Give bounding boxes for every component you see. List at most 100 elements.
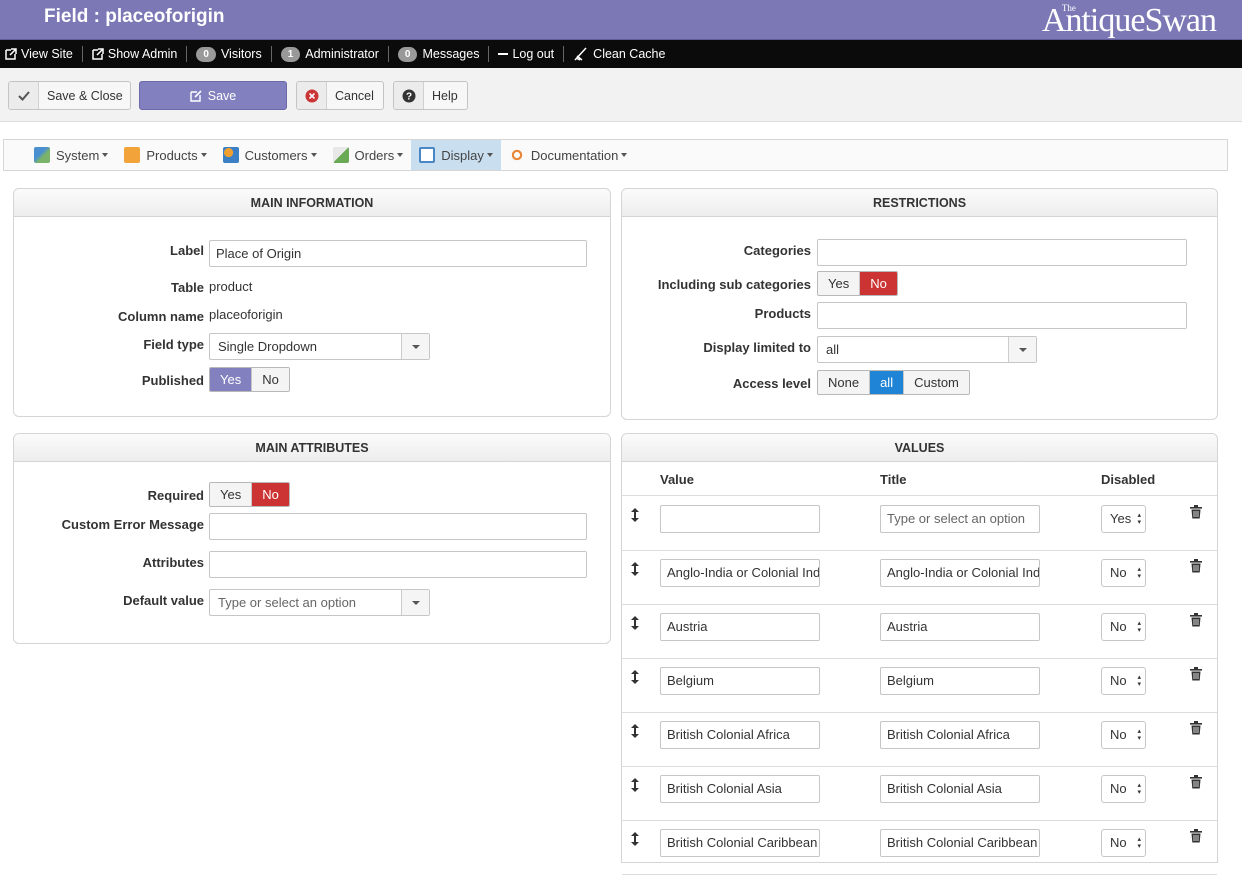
disabled-select[interactable]: No bbox=[1101, 667, 1146, 695]
site-logo: The AntiqueSwan bbox=[1041, 2, 1217, 39]
trash-icon[interactable] bbox=[1190, 505, 1202, 519]
title-input[interactable]: Anglo-India or Colonial India bbox=[880, 559, 1040, 587]
main-attributes-panel: MAIN ATTRIBUTES Required Yes No Custom E… bbox=[13, 433, 611, 644]
visitors-link[interactable]: 0 Visitors bbox=[187, 46, 272, 62]
default-value-select[interactable]: Type or select an option bbox=[209, 589, 430, 616]
sub-categories-yes[interactable]: Yes bbox=[818, 272, 861, 295]
administrator-label: Administrator bbox=[305, 47, 379, 61]
broom-icon bbox=[574, 47, 587, 61]
title-input[interactable]: British Colonial Africa bbox=[880, 721, 1040, 749]
value-input[interactable]: Austria bbox=[660, 613, 820, 641]
value-input[interactable]: British Colonial Africa bbox=[660, 721, 820, 749]
categories-input[interactable] bbox=[817, 239, 1187, 266]
menu-customers[interactable]: Customers bbox=[215, 140, 325, 170]
drag-handle-icon[interactable] bbox=[630, 561, 640, 577]
title-input[interactable]: Austria bbox=[880, 613, 1040, 641]
access-level-label: Access level bbox=[732, 376, 811, 391]
display-limited-value: all bbox=[826, 342, 840, 357]
drag-handle-icon[interactable] bbox=[630, 777, 640, 793]
menu-documentation[interactable]: Documentation bbox=[501, 140, 635, 170]
admin-count-badge: 1 bbox=[280, 46, 301, 62]
menu-system[interactable]: System bbox=[26, 140, 116, 170]
help-button[interactable]: ? Help bbox=[393, 81, 468, 110]
cancel-label: Cancel bbox=[335, 88, 374, 103]
clean-cache-link[interactable]: Clean Cache bbox=[564, 46, 674, 62]
drag-handle-icon[interactable] bbox=[630, 723, 640, 739]
sub-categories-no[interactable]: No bbox=[860, 272, 897, 295]
display-icon bbox=[419, 147, 436, 163]
save-button[interactable]: Save bbox=[139, 81, 287, 110]
save-close-button[interactable]: Save & Close bbox=[8, 81, 131, 110]
disabled-select[interactable]: No bbox=[1101, 559, 1146, 587]
value-input[interactable]: Anglo-India or Colonial India bbox=[660, 559, 820, 587]
disabled-select[interactable]: No bbox=[1101, 613, 1146, 641]
categories-label: Categories bbox=[743, 243, 811, 258]
published-label: Published bbox=[141, 373, 204, 388]
custom-error-input[interactable] bbox=[209, 513, 587, 540]
logout-link[interactable]: Log out bbox=[489, 46, 565, 62]
value-input[interactable]: British Colonial Caribbean bbox=[660, 829, 820, 857]
external-link-icon bbox=[92, 48, 104, 60]
messages-link[interactable]: 0 Messages bbox=[389, 46, 490, 62]
title-input[interactable]: Belgium bbox=[880, 667, 1040, 695]
menu-display[interactable]: Display bbox=[411, 140, 501, 170]
cancel-button[interactable]: Cancel bbox=[296, 81, 384, 110]
title-input[interactable]: British Colonial Asia bbox=[880, 775, 1040, 803]
drag-handle-icon[interactable] bbox=[630, 507, 640, 523]
view-site-link[interactable]: View Site bbox=[3, 46, 83, 62]
disabled-select[interactable]: Yes bbox=[1101, 505, 1146, 533]
display-limited-select[interactable]: all bbox=[817, 336, 1037, 363]
trash-icon[interactable] bbox=[1190, 613, 1202, 627]
drag-handle-icon[interactable] bbox=[630, 831, 640, 847]
show-admin-link[interactable]: Show Admin bbox=[83, 46, 188, 62]
published-yes[interactable]: Yes bbox=[210, 368, 253, 391]
field-type-label: Field type bbox=[143, 337, 204, 352]
title-input[interactable]: Type or select an option bbox=[880, 505, 1040, 533]
value-input[interactable] bbox=[660, 505, 820, 533]
values-table-header: Value Title Disabled bbox=[622, 462, 1217, 496]
values-row: British Colonial Asia British Colonial As… bbox=[622, 767, 1217, 821]
trash-icon[interactable] bbox=[1190, 559, 1202, 573]
main-information-panel: MAIN INFORMATION Label Place of Origin T… bbox=[13, 188, 611, 417]
title-input[interactable]: British Colonial Caribbean bbox=[880, 829, 1040, 857]
disabled-select[interactable]: No bbox=[1101, 829, 1146, 857]
required-no[interactable]: No bbox=[252, 483, 289, 506]
disabled-select[interactable]: No bbox=[1101, 775, 1146, 803]
value-input[interactable]: Belgium bbox=[660, 667, 820, 695]
disabled-select[interactable]: No bbox=[1101, 721, 1146, 749]
published-toggle: Yes No bbox=[209, 367, 290, 392]
administrator-link[interactable]: 1 Administrator bbox=[272, 46, 389, 62]
drag-handle-icon[interactable] bbox=[630, 669, 640, 685]
attributes-input[interactable] bbox=[209, 551, 587, 578]
cancel-icon bbox=[297, 82, 327, 109]
values-row: Austria Austria No bbox=[622, 605, 1217, 659]
users-icon bbox=[222, 147, 239, 163]
attributes-label: Attributes bbox=[142, 555, 204, 570]
messages-count-badge: 0 bbox=[397, 46, 418, 62]
drag-handle-icon[interactable] bbox=[630, 615, 640, 631]
access-all[interactable]: all bbox=[870, 371, 905, 394]
required-label: Required bbox=[147, 488, 204, 503]
values-row: British Colonial Africa British Colonial … bbox=[622, 713, 1217, 767]
access-custom[interactable]: Custom bbox=[904, 371, 969, 394]
value-input[interactable]: British Colonial Asia bbox=[660, 775, 820, 803]
access-none[interactable]: None bbox=[818, 371, 871, 394]
trash-icon[interactable] bbox=[1190, 829, 1202, 843]
menu-orders[interactable]: Orders bbox=[325, 140, 412, 170]
menu-orders-label: Orders bbox=[354, 147, 395, 163]
page-title: Field : placeoforigin bbox=[44, 6, 225, 27]
menu-customers-label: Customers bbox=[244, 147, 308, 163]
save-label: Save bbox=[207, 88, 237, 103]
trash-icon[interactable] bbox=[1190, 775, 1202, 789]
trash-icon[interactable] bbox=[1190, 667, 1202, 681]
label-input[interactable]: Place of Origin bbox=[209, 240, 587, 267]
required-yes[interactable]: Yes bbox=[210, 483, 253, 506]
trash-icon[interactable] bbox=[1190, 721, 1202, 735]
products-input[interactable] bbox=[817, 302, 1187, 329]
field-type-select[interactable]: Single Dropdown bbox=[209, 333, 430, 360]
svg-text:?: ? bbox=[405, 91, 411, 102]
main-attributes-heading: MAIN ATTRIBUTES bbox=[14, 434, 610, 462]
menu-products[interactable]: Products bbox=[116, 140, 214, 170]
disabled-column-header: Disabled bbox=[1101, 472, 1156, 487]
published-no[interactable]: No bbox=[252, 368, 289, 391]
